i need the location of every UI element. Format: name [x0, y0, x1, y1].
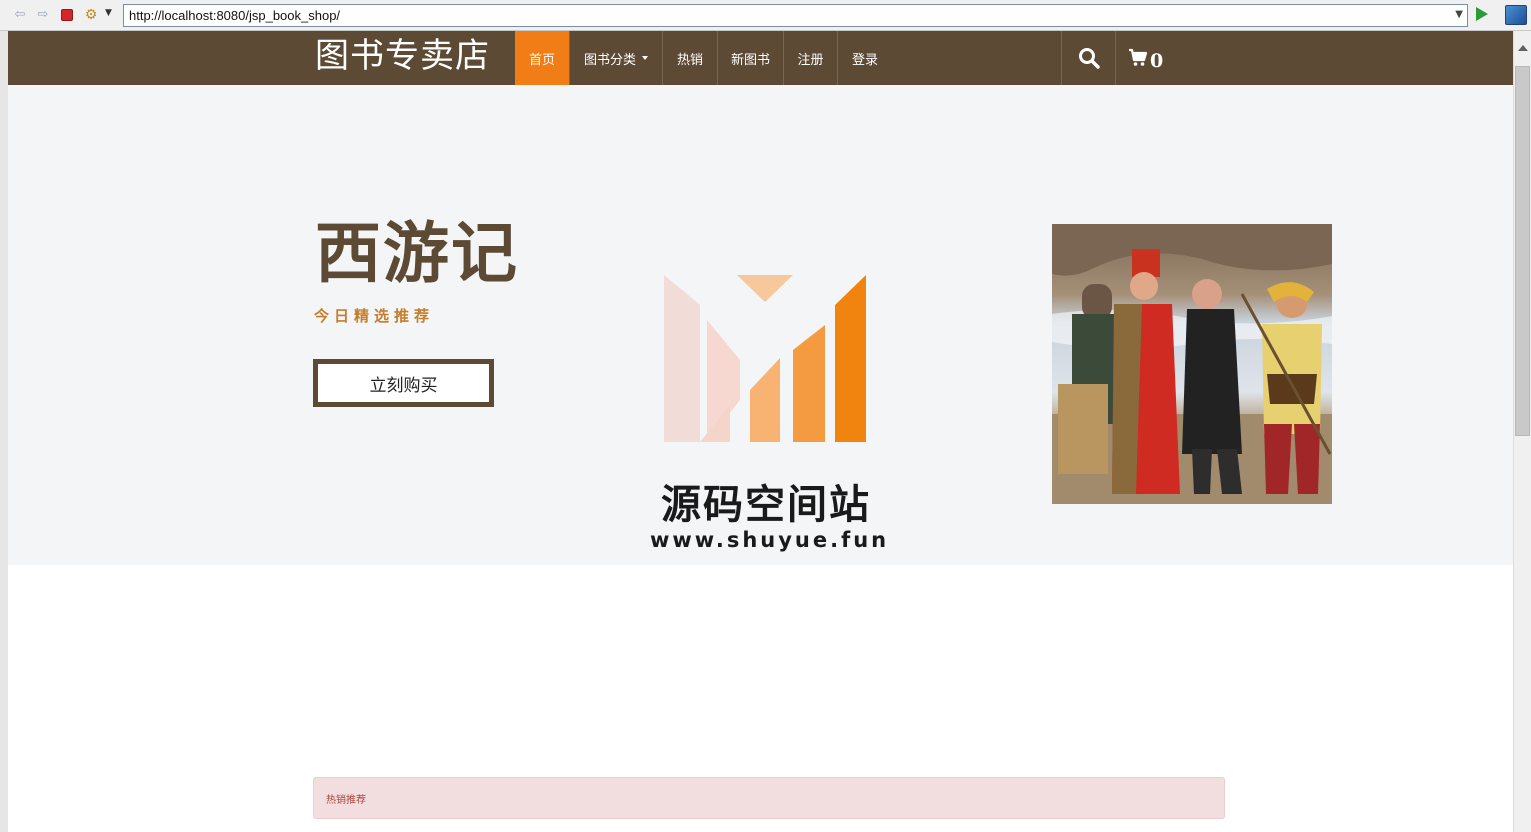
vertical-scrollbar[interactable]	[1513, 31, 1531, 832]
hero-subtitle: 今日精选推荐	[314, 307, 435, 325]
main-menu: 首页 图书分类 热销 新图书 注册 登录	[515, 31, 892, 85]
cart-icon	[1129, 48, 1148, 66]
menu-item-label: 热销	[676, 52, 703, 68]
watermark-url: www.shuyue.fun	[650, 528, 890, 552]
address-bar[interactable]: http://localhost:8080/jsp_book_shop/ ▼	[123, 4, 1468, 27]
menu-item-label: 图书分类	[583, 52, 636, 68]
browser-toolbar: ⇦ ⇨ ⚙ ▼ http://localhost:8080/jsp_book_s…	[0, 0, 1531, 31]
caret-down-icon	[642, 56, 648, 60]
back-icon[interactable]: ⇦	[12, 7, 28, 23]
menu-item-label: 首页	[528, 52, 555, 68]
book-cover-image[interactable]	[1052, 224, 1332, 504]
hero-title: 西游记	[315, 214, 519, 292]
cart-count-badge: 0	[1150, 50, 1164, 72]
hot-recommend-panel: 热销推荐	[313, 777, 1225, 819]
site-brand[interactable]: 图书专卖店	[315, 34, 490, 78]
cart-button[interactable]: 0	[1116, 31, 1163, 85]
scroll-up-icon[interactable]	[1518, 45, 1528, 51]
menu-item-home[interactable]: 首页	[515, 31, 570, 85]
scroll-thumb[interactable]	[1515, 66, 1530, 436]
menu-item-login[interactable]: 登录	[838, 31, 892, 85]
menu-item-hot[interactable]: 热销	[663, 31, 718, 85]
watermark-title: 源码空间站	[661, 482, 871, 528]
nav-tools: 0	[1061, 31, 1163, 85]
menu-item-label: 注册	[797, 52, 824, 68]
forward-icon[interactable]: ⇨	[35, 7, 51, 23]
search-icon	[1078, 48, 1100, 69]
settings-icon[interactable]: ⚙	[83, 6, 99, 24]
menu-item-label: 新图书	[730, 52, 770, 68]
menu-item-categories[interactable]: 图书分类	[570, 31, 663, 85]
url-text: http://localhost:8080/jsp_book_shop/	[129, 8, 341, 23]
menu-item-register[interactable]: 注册	[784, 31, 838, 85]
url-dropdown-icon[interactable]: ▼	[1455, 9, 1463, 20]
buy-now-button[interactable]: 立刻购买	[313, 359, 494, 407]
search-button[interactable]	[1061, 31, 1116, 85]
stop-icon[interactable]	[61, 9, 73, 21]
browser-logo-icon	[1505, 5, 1527, 25]
hot-recommend-title: 热销推荐	[326, 795, 366, 806]
menu-item-label: 登录	[851, 52, 878, 68]
menu-item-new-books[interactable]: 新图书	[718, 31, 784, 85]
chevron-down-icon[interactable]: ▼	[105, 8, 112, 18]
window-edge	[0, 31, 8, 832]
go-icon[interactable]	[1476, 7, 1488, 21]
watermark-logo	[664, 275, 866, 442]
site-navbar: 图书专卖店 首页 图书分类 热销 新图书 注册 登录 0	[8, 31, 1513, 85]
